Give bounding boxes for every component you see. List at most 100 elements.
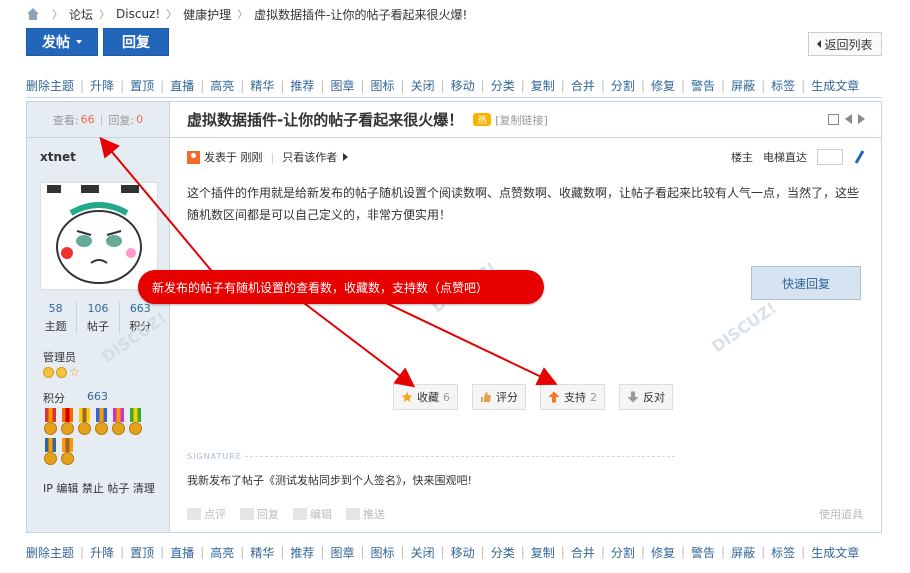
medal-icon[interactable]	[128, 408, 143, 436]
medal-icon[interactable]	[77, 408, 92, 436]
edit-user-link[interactable]: 编辑	[56, 482, 78, 495]
mod-action[interactable]: 升降	[90, 77, 114, 94]
ip-link[interactable]: IP	[43, 482, 53, 495]
breadcrumb-category[interactable]: 健康护理	[183, 6, 231, 23]
clear-user-link[interactable]: 清理	[133, 482, 155, 495]
views-count: 66	[80, 113, 95, 126]
rate-button[interactable]: 评分	[472, 384, 526, 410]
copy-link[interactable]: [复制链接]	[495, 112, 548, 128]
user-group[interactable]: 管理员	[43, 349, 76, 365]
back-to-list-button[interactable]: 返回列表	[808, 32, 882, 56]
oppose-button[interactable]: 反对	[619, 384, 673, 410]
mod-action[interactable]: 标签	[771, 544, 795, 561]
push-post-button[interactable]: 推送	[346, 506, 385, 522]
rank-star-icon: ☆	[69, 365, 80, 379]
jump-go-icon[interactable]	[853, 150, 865, 164]
jump-input[interactable]	[817, 149, 843, 165]
medal-icon[interactable]	[60, 438, 75, 466]
reply-post-button[interactable]: 回复	[240, 506, 279, 522]
reply-button[interactable]: 回复	[103, 28, 169, 56]
mod-action[interactable]: 高亮	[210, 77, 234, 94]
stat-credits[interactable]: 663 积分	[118, 302, 161, 334]
credits-row: 积分 663	[43, 390, 108, 405]
medal-icon[interactable]	[43, 438, 58, 466]
prev-thread-icon[interactable]	[845, 114, 852, 124]
signature-divider	[245, 456, 675, 457]
post-info: 发表于 刚刚 | 只看该作者 楼主 电梯直达	[187, 148, 865, 166]
jump-label: 电梯直达	[763, 151, 807, 164]
mod-action[interactable]: 精华	[250, 77, 274, 94]
thread-stats: 查看: 66 | 回复: 0	[27, 102, 169, 138]
comment-button[interactable]: 点评	[187, 506, 226, 522]
stat-posts[interactable]: 106 帖子	[76, 302, 118, 334]
mod-action[interactable]: 分割	[611, 77, 635, 94]
breadcrumb-discuz[interactable]: Discuz!	[116, 7, 160, 21]
push-icon	[346, 508, 360, 520]
thread-title: 虚拟数据插件-让你的帖子看起来很火爆！	[187, 111, 464, 129]
comment-icon	[187, 508, 201, 520]
home-icon[interactable]	[26, 8, 40, 20]
mod-action[interactable]: 置顶	[130, 544, 154, 561]
user-posts-link[interactable]: 帖子	[107, 482, 129, 495]
mod-action[interactable]: 高亮	[210, 544, 234, 561]
mod-action[interactable]: 图标	[371, 77, 395, 94]
mod-action[interactable]: 复制	[531, 77, 555, 94]
mod-action[interactable]: 图章	[330, 77, 354, 94]
mod-action[interactable]: 修复	[651, 77, 675, 94]
breadcrumb-thread[interactable]: 虚拟数据插件-让你的帖子看起来很火爆!	[254, 6, 467, 23]
mod-action[interactable]: 分类	[491, 77, 515, 94]
next-thread-icon[interactable]	[858, 114, 865, 124]
mod-action[interactable]: 移动	[451, 77, 475, 94]
print-icon[interactable]	[828, 114, 839, 125]
replies-count: 0	[136, 113, 144, 126]
user-icon	[187, 150, 200, 164]
mod-action[interactable]: 推荐	[290, 544, 314, 561]
use-tools-dropdown[interactable]: 使用道具	[819, 506, 863, 522]
only-author-link[interactable]: 只看该作者	[282, 149, 337, 165]
mod-action[interactable]: 关闭	[411, 544, 435, 561]
mod-action[interactable]: 屏蔽	[731, 544, 755, 561]
caret-down-icon[interactable]	[76, 40, 82, 44]
mod-action[interactable]: 修复	[651, 544, 675, 561]
mod-action[interactable]: 删除主题	[26, 77, 74, 94]
favorite-button[interactable]: 收藏 6	[393, 384, 458, 410]
medal-icon[interactable]	[60, 408, 75, 436]
mod-action[interactable]: 复制	[531, 544, 555, 561]
mod-action[interactable]: 合并	[571, 77, 595, 94]
mod-action[interactable]: 推荐	[290, 77, 314, 94]
quick-reply-button[interactable]: 快速回复	[751, 266, 861, 300]
mod-action[interactable]: 生成文章	[811, 77, 859, 94]
mod-action[interactable]: 精华	[250, 544, 274, 561]
mod-action[interactable]: 直播	[170, 544, 194, 561]
mod-action[interactable]: 屏蔽	[731, 77, 755, 94]
thread-title-bar: 虚拟数据插件-让你的帖子看起来很火爆！ 热 [复制链接]	[171, 102, 881, 138]
support-button[interactable]: 支持 2	[540, 384, 605, 410]
mod-action[interactable]: 图标	[371, 544, 395, 561]
author-name[interactable]: xtnet	[40, 150, 76, 164]
mod-action[interactable]: 合并	[571, 544, 595, 561]
medal-icon[interactable]	[43, 408, 58, 436]
mod-action[interactable]: 升降	[90, 544, 114, 561]
mod-action[interactable]: 分割	[611, 544, 635, 561]
new-post-button[interactable]: 发帖	[26, 28, 98, 56]
mod-action[interactable]: 生成文章	[811, 544, 859, 561]
ban-user-link[interactable]: 禁止	[82, 482, 104, 495]
thumb-icon	[481, 392, 491, 402]
mod-action[interactable]: 直播	[170, 77, 194, 94]
mod-action[interactable]: 分类	[491, 544, 515, 561]
mod-action[interactable]: 移动	[451, 544, 475, 561]
mod-action[interactable]: 置顶	[130, 77, 154, 94]
mod-action[interactable]: 警告	[691, 544, 715, 561]
medal-icon[interactable]	[111, 408, 126, 436]
breadcrumb-forum[interactable]: 论坛	[69, 6, 93, 23]
mod-action[interactable]: 图章	[330, 544, 354, 561]
avatar[interactable]	[40, 182, 158, 290]
medal-icon[interactable]	[94, 408, 109, 436]
mod-action[interactable]: 关闭	[411, 77, 435, 94]
mod-action[interactable]: 警告	[691, 77, 715, 94]
signature-label: SIGNATURE	[187, 452, 242, 461]
mod-action[interactable]: 标签	[771, 77, 795, 94]
stat-threads[interactable]: 58 主题	[35, 302, 76, 334]
mod-action[interactable]: 删除主题	[26, 544, 74, 561]
edit-post-button[interactable]: 编辑	[293, 506, 332, 522]
